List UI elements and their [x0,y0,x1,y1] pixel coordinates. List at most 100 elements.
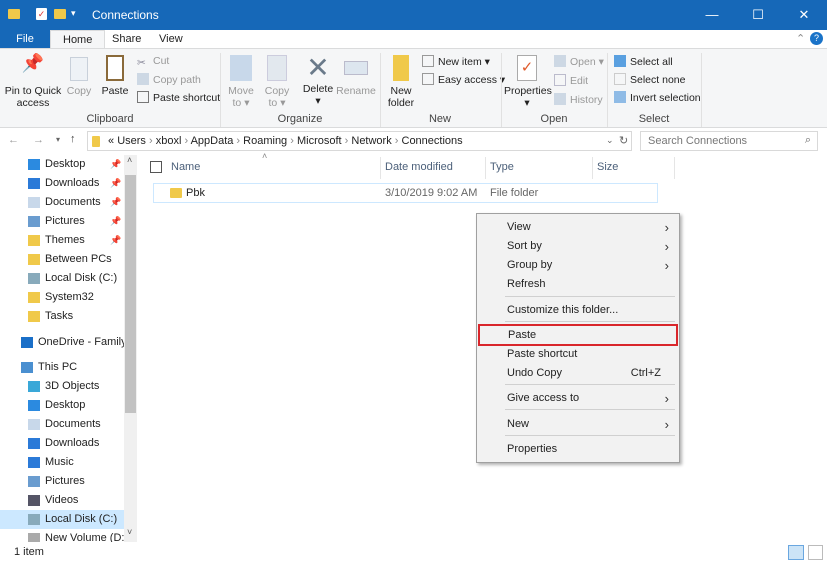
sidebar-item[interactable]: System32 [0,288,124,307]
copy-to-button[interactable]: Copy to ▾ [262,55,292,109]
context-menu-item[interactable]: Sort by › [477,237,679,256]
rename-button[interactable]: Rename [336,55,376,97]
open-button[interactable]: Open ▾ [554,55,604,68]
breadcrumb-item[interactable]: AppData [191,135,234,147]
breadcrumb-item[interactable]: Microsoft [297,135,342,147]
sidebar-item[interactable]: Documents 📌 [0,193,124,212]
collapse-ribbon-icon[interactable]: ⌃ [796,32,805,45]
sidebar-item[interactable]: Music [0,453,124,472]
sidebar-item[interactable]: Pictures [0,472,124,491]
cut-button[interactable]: ✂ Cut [137,55,169,69]
minimize-button[interactable]: — [689,0,735,30]
new-item-button[interactable]: New item ▾ [422,55,490,68]
scrollbar-thumb[interactable] [125,175,136,413]
sidebar-item[interactable]: This PC [0,358,124,377]
breadcrumb-item[interactable]: Connections [402,135,463,147]
close-button[interactable]: ✕ [781,0,827,30]
sidebar-item[interactable]: Tasks [0,307,124,326]
tab-file[interactable]: File [0,30,50,48]
edit-button[interactable]: Edit [554,74,588,87]
folder-icon [28,197,40,208]
sidebar-item[interactable]: Desktop [0,396,124,415]
pin-icon[interactable]: 📌 [110,174,121,193]
context-menu-item[interactable]: Refresh [477,275,679,294]
nav-scrollbar[interactable]: ˄ ˅ [124,155,137,542]
details-view-button[interactable] [788,545,804,560]
copy-path-button[interactable]: Copy path [137,73,201,86]
column-header-type[interactable]: Type [490,157,514,177]
pin-icon[interactable]: 📌 [110,212,121,231]
pin-icon[interactable]: 📌 [110,155,121,174]
context-menu-item[interactable]: New › [477,415,679,434]
maximize-button[interactable]: ☐ [735,0,781,30]
move-to-button[interactable]: Move to ▾ [226,55,256,109]
back-button[interactable]: ← [8,134,19,146]
select-all-checkbox[interactable] [150,161,162,173]
easy-access-button[interactable]: Easy access ▾ [422,73,505,86]
copy-to-icon [267,55,287,81]
sidebar-item[interactable]: Local Disk (C:) [0,269,124,288]
breadcrumb-item[interactable]: xboxl [156,135,182,147]
column-header-date[interactable]: Date modified [385,157,453,177]
pin-icon[interactable]: 📌 [110,231,121,250]
forward-button[interactable]: → [33,134,44,146]
new-folder-button[interactable]: New folder [384,55,418,109]
context-menu-item[interactable]: Group by › [477,256,679,275]
properties-button[interactable]: ✓ Properties ▾ [504,55,552,109]
file-row[interactable]: Pbk 3/10/2019 9:02 AM File folder [153,183,658,203]
history-button[interactable]: History [554,93,603,106]
context-menu-item[interactable]: Paste shortcut [477,345,679,364]
qat-dropdown-icon[interactable]: ▾ [71,8,76,19]
pin-quick-access-button[interactable]: 📌 Pin to Quick access [4,54,62,109]
sidebar-item[interactable]: Between PCs [0,250,124,269]
breadcrumb-item[interactable]: Users [117,135,146,147]
address-bar[interactable]: « Users › xboxl › AppData › Roaming › Mi… [87,131,632,151]
sidebar-item[interactable]: Downloads [0,434,124,453]
sidebar-item[interactable]: Documents [0,415,124,434]
column-header-size[interactable]: Size [597,157,618,177]
recent-locations-icon[interactable]: ▾ [56,135,60,144]
context-menu-item[interactable]: Undo Copy Ctrl+Z [477,364,679,383]
context-menu-item[interactable]: Give access to › [477,389,679,408]
large-icons-view-button[interactable] [808,545,823,560]
context-menu-item[interactable]: Properties [477,440,679,459]
sidebar-item[interactable]: Downloads 📌 [0,174,124,193]
delete-button[interactable]: ✕ Delete ▾ [300,53,336,108]
navigation-pane: Desktop 📌 Downloads 📌 Documents 📌 Pictures 📌 The… [0,155,128,544]
tab-view[interactable]: View [147,30,195,48]
column-header-name[interactable]: Name [171,157,200,177]
sidebar-item[interactable]: OneDrive - Family [0,333,127,352]
search-input[interactable]: Search Connections ⌕ [640,131,818,151]
breadcrumb-item[interactable]: Roaming [243,135,287,147]
copy-button[interactable]: Copy [64,57,94,97]
folder-icon [28,159,40,170]
invert-selection-button[interactable]: Invert selection [614,91,701,104]
breadcrumb-item[interactable]: Network [351,135,391,147]
sidebar-item[interactable]: Pictures 📌 [0,212,124,231]
address-dropdown-icon[interactable]: ⌄ [606,135,614,146]
context-menu-item[interactable]: Customize this folder... [477,301,679,320]
sidebar-item[interactable]: Videos [0,491,124,510]
properties-qat-icon[interactable]: ✓ [36,8,47,20]
sidebar-item[interactable]: Local Disk (C:) [0,510,124,529]
context-menu-item[interactable]: View › [477,218,679,237]
pin-icon[interactable]: 📌 [110,193,121,212]
sidebar-item[interactable]: Desktop 📌 [0,155,124,174]
sort-ascending-icon: ˄ [262,151,268,161]
sidebar-item[interactable]: 3D Objects [0,377,124,396]
paste-button[interactable]: Paste [100,55,130,97]
select-none-button[interactable]: Select none [614,73,685,86]
refresh-icon[interactable]: ↻ [619,134,628,147]
breadcrumb-overflow[interactable]: « [108,135,114,147]
context-menu-item[interactable]: Paste [478,324,678,346]
tab-home[interactable]: Home [50,30,106,48]
up-button[interactable]: ↑ [70,133,76,145]
folder-icon [92,136,100,147]
select-all-button[interactable]: Select all [614,55,673,68]
paste-shortcut-button[interactable]: Paste shortcut [137,91,220,104]
address-bar-row: ← → ▾ ↑ « Users › xboxl › AppData › Roam… [0,128,827,154]
help-icon[interactable]: ? [810,32,823,45]
new-folder-qat-icon[interactable] [54,9,66,19]
tab-share[interactable]: Share [100,30,153,48]
sidebar-item[interactable]: Themes 📌 [0,231,124,250]
